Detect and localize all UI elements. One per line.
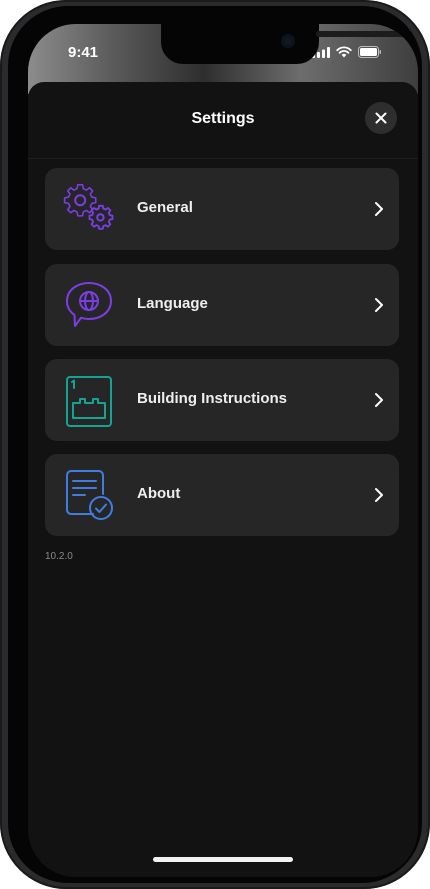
menu-item-language[interactable]: Language (45, 264, 399, 346)
close-icon (375, 112, 387, 124)
gear-icon (63, 184, 114, 230)
speaker (316, 31, 418, 37)
language-globe-icon (66, 282, 112, 327)
menu-item-building-instructions[interactable]: Building Instructions (45, 359, 399, 441)
chevron-right-icon (375, 298, 383, 312)
menu-item-general[interactable]: General (45, 168, 399, 250)
close-button[interactable] (365, 102, 397, 134)
chevron-right-icon (375, 393, 383, 407)
notch (161, 24, 418, 64)
menu-item-label: Language (137, 295, 208, 312)
screen: 9:41 Settings General Language Building … (28, 24, 418, 877)
menu-item-label: General (137, 199, 193, 216)
phone-bezel: 9:41 Settings General Language Building … (8, 6, 422, 883)
menu-item-about[interactable]: About (45, 454, 399, 536)
sheet-header: Settings (28, 82, 418, 159)
about-document-icon (66, 470, 113, 520)
settings-sheet: Settings General Language Building Instr… (28, 82, 418, 877)
status-icons (312, 46, 382, 58)
menu-item-label: Building Instructions (137, 390, 287, 407)
chevron-right-icon (375, 202, 383, 216)
phone-frame: 9:41 Settings General Language Building … (0, 0, 430, 889)
building-instructions-icon (66, 376, 112, 427)
menu-item-label: About (137, 485, 181, 502)
wifi-icon (336, 46, 352, 58)
status-time: 9:41 (68, 44, 99, 61)
home-indicator[interactable] (153, 857, 293, 862)
chevron-right-icon (375, 488, 383, 502)
front-camera (281, 34, 295, 48)
page-title: Settings (191, 110, 255, 127)
app-version: 10.2.0 (45, 551, 73, 562)
battery-icon (358, 46, 381, 58)
